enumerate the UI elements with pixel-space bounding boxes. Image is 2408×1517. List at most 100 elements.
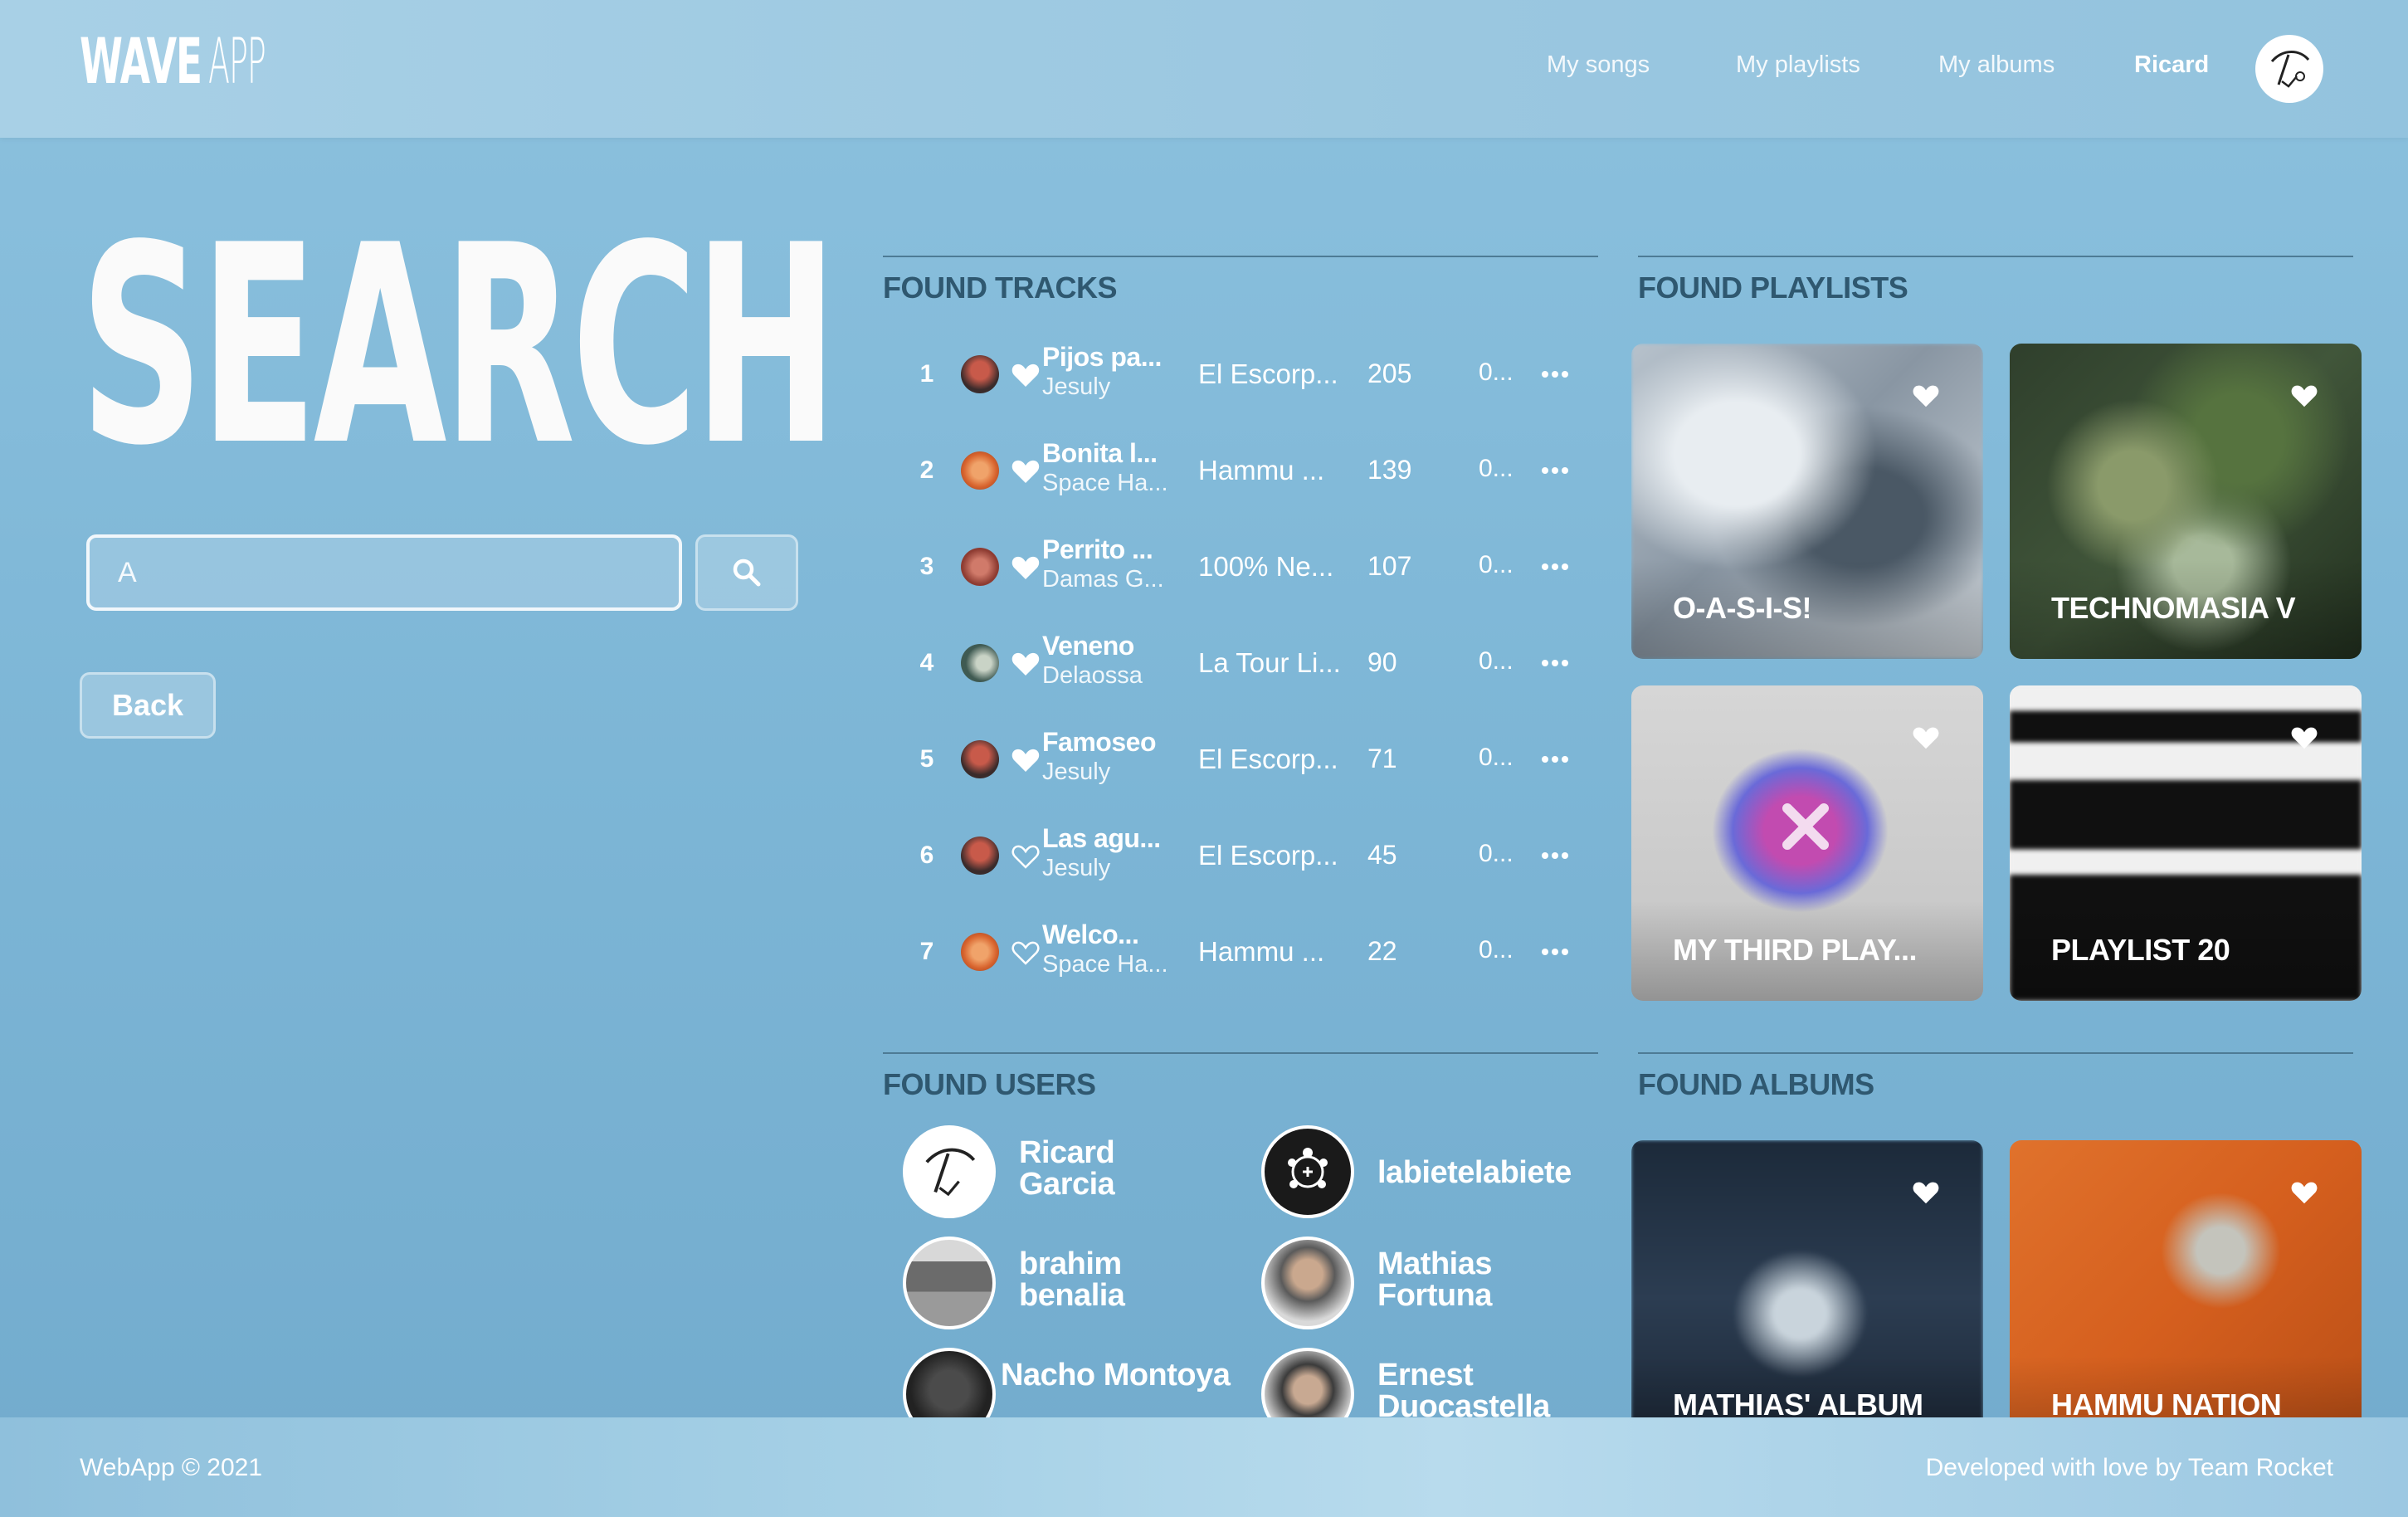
track-artist[interactable]: Delaossa (1042, 662, 1180, 690)
more-options-icon[interactable] (1538, 938, 1572, 966)
nav-my-albums[interactable]: My albums (1938, 51, 2055, 79)
users-divider (883, 1052, 1598, 1054)
logo-bold-text: WAVE (80, 24, 202, 98)
user-item[interactable]: labietelabiete (1261, 1125, 1610, 1222)
track-number: 6 (919, 841, 934, 869)
track-title[interactable]: Bonita l... (1042, 438, 1180, 469)
track-cover (961, 933, 999, 971)
nav-user-name[interactable]: Ricard (2134, 51, 2209, 79)
user-item[interactable]: brahim benalia (903, 1237, 1235, 1333)
search-button[interactable] (695, 534, 798, 611)
track-album[interactable]: Hammu ... (1198, 455, 1356, 486)
found-users-heading: FOUND USERS (883, 1067, 1096, 1101)
more-options-icon[interactable] (1538, 360, 1572, 388)
app-logo[interactable]: WAVE APP (80, 27, 322, 96)
track-row[interactable]: 5 Famoseo Jesuly El Escorp... 71 0... (883, 715, 1596, 807)
track-title[interactable]: Las agu... (1042, 823, 1180, 854)
more-options-icon[interactable] (1538, 553, 1572, 581)
track-artist[interactable]: Jesuly (1042, 758, 1180, 786)
track-album[interactable]: El Escorp... (1198, 744, 1356, 775)
track-plays: 22 (1367, 936, 1397, 966)
track-number: 1 (919, 360, 934, 388)
track-title[interactable]: Perrito ... (1042, 534, 1180, 565)
track-plays: 205 (1367, 359, 1412, 388)
track-cover (961, 837, 999, 875)
track-album[interactable]: 100% Ne... (1198, 551, 1356, 583)
user-name: Mathias Fortuna (1377, 1246, 1492, 1313)
tracks-divider (883, 256, 1598, 257)
track-artist[interactable]: Space Ha... (1042, 470, 1180, 497)
track-album[interactable]: El Escorp... (1198, 359, 1356, 390)
track-title[interactable]: Pijos pa... (1042, 342, 1180, 373)
pickaxe-avatar-icon (2270, 51, 2310, 88)
playlist-title: MY THIRD PLAY... (1673, 933, 1918, 967)
heart-filled-icon[interactable] (1009, 647, 1042, 680)
heart-filled-icon[interactable] (2289, 380, 2320, 412)
playlist-card[interactable]: O-A-S-I-S! (1631, 344, 1983, 659)
footer-credits: Developed with love by Team Rocket (1925, 1454, 2333, 1481)
user-item[interactable]: Mathias Fortuna (1261, 1237, 1610, 1333)
track-artist[interactable]: Damas G... (1042, 566, 1180, 593)
heart-filled-icon[interactable] (1009, 744, 1042, 777)
track-row[interactable]: 4 Veneno Delaossa La Tour Li... 90 0... (883, 619, 1596, 710)
playlist-card[interactable]: PLAYLIST 20 (2010, 685, 2362, 1001)
logo-light-text: APP (207, 24, 266, 98)
track-number: 5 (919, 745, 934, 773)
more-options-icon[interactable] (1538, 745, 1572, 773)
track-number: 3 (919, 553, 934, 580)
track-row[interactable]: 6 Las agu... Jesuly El Escorp... 45 0... (883, 812, 1596, 903)
user-name: brahim benalia (1019, 1246, 1125, 1313)
track-album[interactable]: La Tour Li... (1198, 647, 1356, 679)
search-input[interactable] (86, 534, 682, 611)
track-duration: 0... (1479, 840, 1514, 867)
footer-copyright: WebApp © 2021 (80, 1454, 263, 1481)
track-title[interactable]: Veneno (1042, 631, 1180, 661)
heart-filled-icon[interactable] (1009, 551, 1042, 584)
more-options-icon[interactable] (1538, 456, 1572, 485)
track-album[interactable]: El Escorp... (1198, 840, 1356, 871)
track-row[interactable]: 2 Bonita l... Space Ha... Hammu ... 139 … (883, 427, 1596, 518)
track-title[interactable]: Famoseo (1042, 727, 1180, 758)
more-options-icon[interactable] (1538, 649, 1572, 677)
track-duration: 0... (1479, 647, 1514, 675)
heart-outline-icon[interactable] (1009, 936, 1042, 969)
track-number: 2 (919, 456, 934, 484)
heart-filled-icon[interactable] (2289, 722, 2320, 754)
back-button[interactable]: Back (80, 672, 216, 739)
user-avatar (903, 1237, 996, 1329)
user-avatar (903, 1125, 996, 1218)
playlists-divider (1638, 256, 2353, 257)
user-item[interactable]: Ricard Garcia (903, 1125, 1235, 1222)
track-artist[interactable]: Jesuly (1042, 855, 1180, 882)
album-card[interactable]: HAMMU NATION (2010, 1140, 2362, 1456)
heart-filled-icon[interactable] (1910, 722, 1942, 754)
albums-divider (1638, 1052, 2353, 1054)
heart-filled-icon[interactable] (1009, 455, 1042, 488)
playlist-title: PLAYLIST 20 (2051, 933, 2230, 967)
track-artist[interactable]: Jesuly (1042, 373, 1180, 401)
user-avatar[interactable] (2255, 35, 2323, 103)
track-duration: 0... (1479, 936, 1514, 963)
album-card[interactable]: MATHIAS' ALBUM (1631, 1140, 1983, 1456)
search-icon (733, 559, 761, 587)
footer: WebApp © 2021 Developed with love by Tea… (0, 1417, 2408, 1517)
heart-filled-icon[interactable] (2289, 1177, 2320, 1208)
track-cover (961, 355, 999, 393)
track-album[interactable]: Hammu ... (1198, 936, 1356, 968)
track-plays: 45 (1367, 840, 1397, 870)
playlist-card[interactable]: MY THIRD PLAY... (1631, 685, 1983, 1001)
playlist-card[interactable]: TECHNOMASIA V (2010, 344, 2362, 659)
track-title[interactable]: Welco... (1042, 919, 1180, 950)
found-tracks-heading: FOUND TRACKS (883, 271, 1117, 305)
heart-outline-icon[interactable] (1009, 840, 1042, 873)
track-row[interactable]: 3 Perrito ... Damas G... 100% Ne... 107 … (883, 523, 1596, 614)
heart-filled-icon[interactable] (1910, 380, 1942, 412)
track-row[interactable]: 7 Welco... Space Ha... Hammu ... 22 0... (883, 908, 1596, 999)
heart-filled-icon[interactable] (1910, 1177, 1942, 1208)
more-options-icon[interactable] (1538, 841, 1572, 870)
track-row[interactable]: 1 Pijos pa... Jesuly El Escorp... 205 0.… (883, 330, 1596, 422)
nav-my-songs[interactable]: My songs (1547, 51, 1650, 79)
track-artist[interactable]: Space Ha... (1042, 951, 1180, 978)
nav-my-playlists[interactable]: My playlists (1736, 51, 1860, 79)
heart-filled-icon[interactable] (1009, 359, 1042, 392)
